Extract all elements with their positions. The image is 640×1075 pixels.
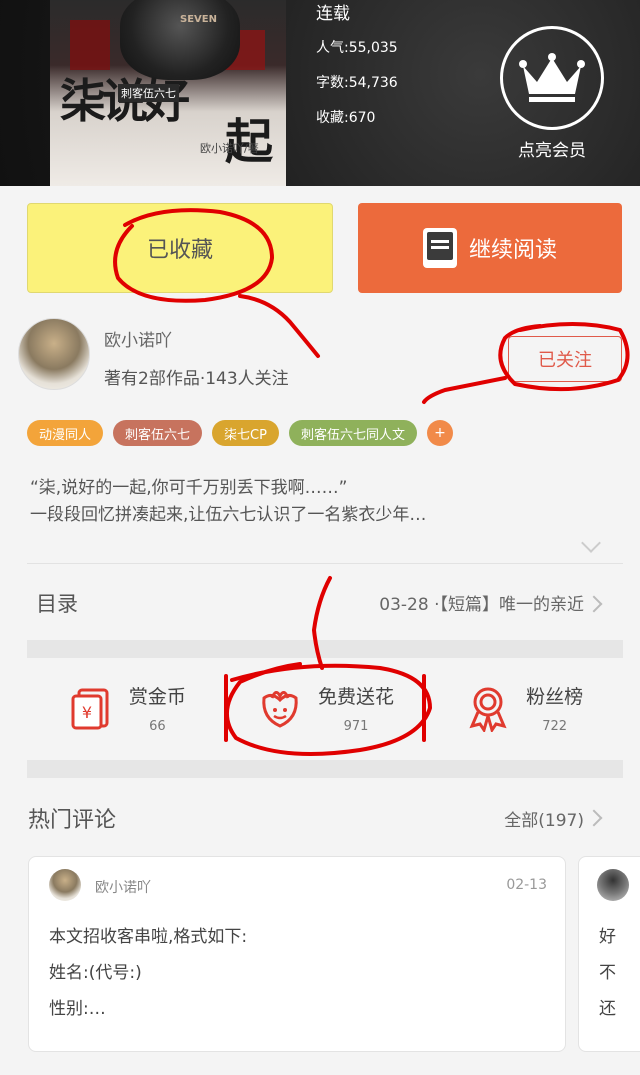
author-section: 欧小诺吖 著有2部作品·143人关注 已关注: [0, 318, 640, 400]
tag-item[interactable]: 刺客伍六七: [113, 420, 203, 446]
commenter-name[interactable]: 欧小诺吖: [95, 877, 151, 897]
follow-label: 已关注: [538, 350, 592, 371]
cover-art: [70, 20, 110, 70]
expand-chevron-down-icon[interactable]: [581, 533, 601, 553]
book-cover[interactable]: SEVEN 柒说好 刺客伍六七 起 欧小诺吖/著: [50, 0, 286, 186]
book-favorites: 收藏:670: [316, 110, 376, 126]
comment-line: 性别:…: [49, 999, 106, 1019]
comment-line: 不: [599, 963, 616, 983]
reward-fans-button[interactable]: 粉丝榜 722: [424, 658, 623, 758]
book-status: 连载: [316, 4, 350, 24]
comment-line: 还: [599, 999, 616, 1019]
comment-body: 本文招收客串啦,格式如下: 姓名:(代号:) 性别:…: [49, 919, 247, 1027]
comment-card[interactable]: 好 不 还: [578, 856, 640, 1052]
commenter-avatar[interactable]: [597, 869, 629, 901]
flower-icon: [262, 691, 298, 728]
intro-line: “柒,说好的一起,你可千万别丢下我啊……”: [30, 478, 348, 498]
crown-icon: [500, 26, 604, 130]
comment-card[interactable]: 欧小诺吖 02-13 本文招收客串啦,格式如下: 姓名:(代号:) 性别:…: [28, 856, 566, 1052]
book-intro[interactable]: “柒,说好的一起,你可千万别丢下我啊……” 一段段回忆拼凑起来,让伍六七认识了一…: [30, 475, 620, 529]
reward-count: 66: [149, 719, 166, 734]
chevron-right-icon: [585, 595, 603, 613]
comment-line: 姓名:(代号:): [49, 963, 142, 983]
book-meta: 连载 人气:55,035 字数:54,736 收藏:670: [316, 6, 398, 146]
author-avatar[interactable]: [18, 318, 90, 390]
comment-date: 02-13: [506, 877, 547, 893]
author-name[interactable]: 欧小诺吖: [104, 326, 172, 351]
reward-coins-button[interactable]: ¥ 赏金币 66: [27, 658, 226, 758]
section-separator: [27, 640, 623, 658]
red-envelope-icon: ¥: [71, 688, 109, 730]
latest-chapter: 03-28 ·【短篇】唯一的亲近: [379, 595, 584, 615]
vip-label: 点亮会员: [518, 141, 586, 161]
collected-label: 已收藏: [146, 238, 213, 263]
cover-art: [120, 0, 240, 80]
comment-line: 本文招收客串啦,格式如下:: [49, 927, 248, 947]
divider: [27, 563, 623, 564]
reward-title: 粉丝榜: [526, 686, 584, 708]
book-icon: [422, 228, 457, 268]
collected-button[interactable]: 已收藏: [27, 203, 333, 293]
comment-body: 好 不 还: [599, 919, 616, 1027]
reward-count: 971: [343, 719, 369, 734]
continue-reading-label: 继续阅读: [468, 238, 557, 263]
book-header: SEVEN 柒说好 刺客伍六七 起 欧小诺吖/著 连载 人气:55,035 字数…: [0, 0, 640, 186]
tag-item[interactable]: 柒七CP: [212, 420, 279, 446]
chevron-right-icon[interactable]: [585, 809, 603, 827]
reward-title: 免费送花: [318, 686, 395, 708]
cover-author: 欧小诺吖/著: [200, 142, 259, 155]
reward-flower-button[interactable]: 免费送花 971: [226, 658, 425, 758]
cover-series-tag: 刺客伍六七: [118, 84, 179, 102]
table-of-contents-row[interactable]: 目录 03-28 ·【短篇】唯一的亲近: [0, 566, 640, 640]
rewards-row: ¥ 赏金币 66 免费送花 971 粉丝榜 722: [27, 658, 623, 758]
intro-line: 一段段回忆拼凑起来,让伍六七认识了一名紫衣少年…: [30, 505, 427, 525]
tag-item[interactable]: 动漫同人: [27, 420, 104, 446]
all-comments-link[interactable]: 全部(197): [504, 806, 584, 831]
tag-list: 动漫同人 刺客伍六七 柒七CP 刺客伍六七同人文 +: [27, 420, 453, 446]
author-info: 著有2部作品·143人关注: [104, 369, 289, 389]
toc-label: 目录: [36, 592, 78, 616]
follow-button[interactable]: 已关注: [508, 336, 622, 382]
hot-comments-title: 热门评论: [28, 808, 117, 833]
book-popularity: 人气:55,035: [316, 40, 398, 56]
add-tag-button[interactable]: +: [426, 420, 453, 446]
book-word-count: 字数:54,736: [316, 75, 398, 91]
svg-text:¥: ¥: [82, 703, 92, 722]
medal-icon: [469, 687, 507, 732]
continue-reading-button[interactable]: 继续阅读: [358, 203, 622, 293]
comment-line: 好: [599, 927, 616, 947]
cover-badge: SEVEN: [180, 14, 217, 25]
vip-button[interactable]: 点亮会员: [500, 26, 604, 161]
reward-count: 722: [542, 719, 568, 734]
commenter-avatar[interactable]: [49, 869, 81, 901]
reward-title: 赏金币: [128, 686, 186, 708]
tag-item[interactable]: 刺客伍六七同人文: [288, 420, 417, 446]
section-separator: [27, 760, 623, 778]
